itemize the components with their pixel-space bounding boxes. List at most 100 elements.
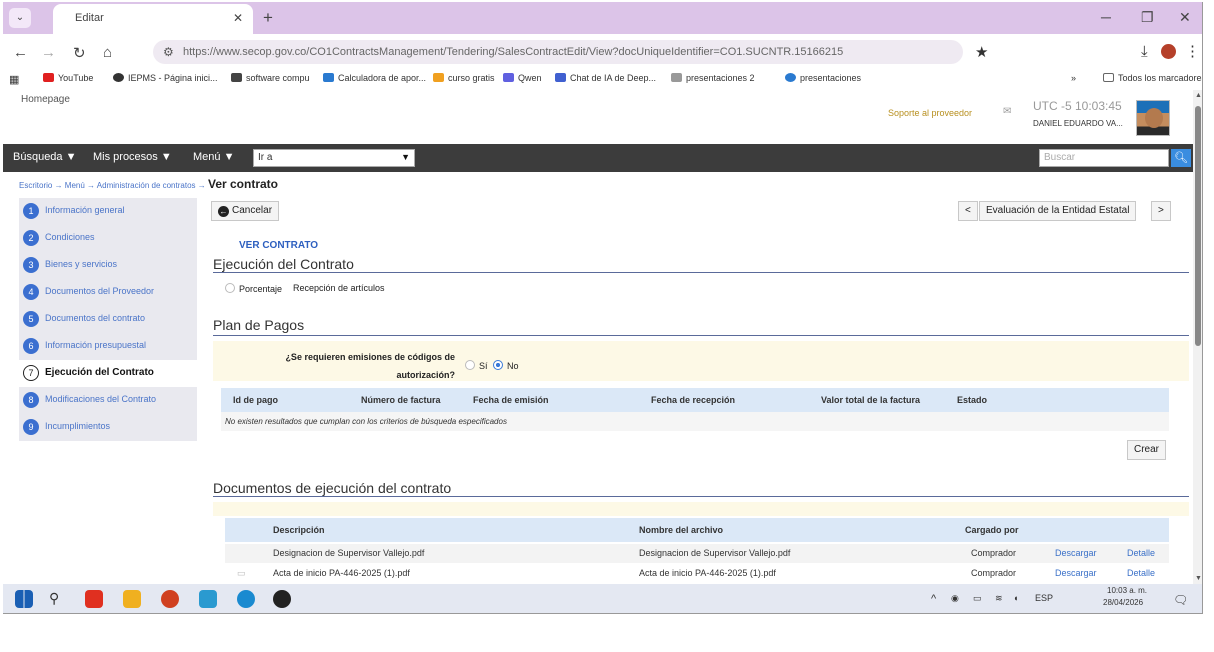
bookmark-star-icon[interactable]: ★	[975, 43, 988, 61]
wifi-icon[interactable]: ≋	[995, 593, 1003, 604]
scroll-up-icon[interactable]: ▲	[1195, 92, 1202, 99]
all-bookmarks[interactable]: Todos los marcadores	[1103, 73, 1202, 83]
row-checkbox[interactable]: ▭	[237, 568, 246, 579]
maximize-icon[interactable]: ❐	[1141, 9, 1154, 26]
language-indicator[interactable]: ESP	[1035, 593, 1053, 603]
cancel-button[interactable]: ← Cancelar	[211, 201, 280, 221]
taskbar-time[interactable]: 10:03 a. m.	[1107, 586, 1147, 595]
sidebar-item-supplier-docs[interactable]: 4 Documentos del Proveedor	[19, 279, 197, 306]
percentage-option[interactable]: Porcentaje	[225, 283, 282, 294]
avatar[interactable]	[1136, 100, 1170, 136]
sidebar-item-modifications[interactable]: 8 Modificaciones del Contrato	[19, 387, 197, 414]
edge-icon[interactable]	[237, 590, 255, 608]
evaluation-button[interactable]: Evaluación de la Entidad Estatal	[979, 201, 1137, 221]
close-window-icon[interactable]: ✕	[1179, 9, 1191, 26]
forward-icon[interactable]: →	[41, 44, 56, 61]
tab-title: Editar	[75, 12, 104, 24]
minimize-icon[interactable]: ─	[1101, 9, 1111, 25]
apps-grid-icon[interactable]: ▦	[9, 73, 19, 86]
column-header[interactable]: Estado	[957, 395, 987, 405]
avatar-face	[1145, 108, 1163, 128]
address-bar[interactable]: ⚙ https://www.secop.gov.co/CO1ContractsM…	[153, 40, 963, 64]
detail-link[interactable]: Detalle	[1127, 568, 1155, 578]
bookmark-curso[interactable]: curso gratis	[433, 73, 495, 83]
tab-search-button[interactable]: ⌄	[9, 8, 31, 28]
homepage-image-link[interactable]: Homepage	[21, 94, 70, 105]
search-icon[interactable]: 🔍︎	[1171, 149, 1191, 167]
sidebar-item-goods[interactable]: 3 Bienes y servicios	[19, 252, 197, 279]
doc-uploaded-by: Comprador	[971, 548, 1017, 558]
bookmark-label: curso gratis	[448, 73, 495, 83]
search-input[interactable]: Buscar	[1039, 149, 1169, 167]
column-header[interactable]: Descripción	[273, 525, 325, 535]
app-icon[interactable]	[199, 590, 217, 608]
file-explorer-icon[interactable]	[123, 590, 141, 608]
bookmark-presentaciones[interactable]: presentaciones	[785, 73, 861, 83]
bookmark-label: presentaciones	[800, 73, 862, 83]
reload-icon[interactable]: ↻	[73, 44, 86, 62]
breadcrumb-path[interactable]: Escritorio → Menú → Administración de co…	[19, 181, 206, 190]
detail-link[interactable]: Detalle	[1127, 548, 1155, 558]
support-link[interactable]: Soporte al proveedor	[888, 108, 972, 118]
bookmark-presentaciones-2[interactable]: presentaciones 2	[671, 73, 755, 83]
network-icon[interactable]: ◉	[951, 593, 959, 604]
nav-my-processes[interactable]: Mis procesos ▼	[93, 151, 172, 163]
nav-menu[interactable]: Menú ▼	[193, 151, 234, 163]
sidebar-item-contract-docs[interactable]: 5 Documentos del contrato	[19, 306, 197, 333]
sidebar-item-budget[interactable]: 6 Información presupuestal	[19, 333, 197, 360]
new-tab-icon[interactable]: +	[263, 8, 273, 28]
bookmark-youtube[interactable]: YouTube	[43, 73, 93, 83]
search-icon[interactable]: ⚲	[49, 590, 67, 608]
notifications-icon[interactable]: 🗨︎	[1173, 593, 1188, 607]
bookmark-qwen[interactable]: Qwen	[503, 73, 542, 83]
scrollbar-thumb[interactable]	[1195, 106, 1201, 346]
column-header[interactable]: Número de factura	[361, 395, 441, 405]
download-link[interactable]: Descargar	[1055, 568, 1097, 578]
column-header[interactable]: Cargado por	[965, 525, 1019, 535]
reception-option[interactable]: Recepción de artículos	[293, 283, 385, 293]
app-icon[interactable]	[273, 590, 291, 608]
download-link[interactable]: Descargar	[1055, 548, 1097, 558]
sidebar-item-general[interactable]: 1 Información general	[19, 198, 197, 225]
nav-search-menu[interactable]: Búsqueda ▼	[13, 151, 77, 163]
app-icon[interactable]	[85, 590, 103, 608]
column-header[interactable]: Fecha de recepción	[651, 395, 735, 405]
site-info-icon[interactable]: ⚙	[163, 45, 174, 59]
scroll-down-icon[interactable]: ▼	[1195, 575, 1202, 582]
next-button[interactable]: >	[1151, 201, 1171, 221]
volume-icon[interactable]: ◖	[1013, 593, 1018, 603]
windows-start-icon[interactable]	[15, 590, 33, 608]
close-tab-icon[interactable]: ✕	[233, 11, 243, 25]
option-no[interactable]: No	[493, 360, 519, 371]
back-icon[interactable]: ←	[13, 44, 28, 61]
download-icon[interactable]: ⤓	[1141, 43, 1148, 60]
column-header[interactable]: Nombre del archivo	[639, 525, 723, 535]
extension-icon[interactable]	[1161, 44, 1176, 59]
home-icon[interactable]: ⌂	[103, 44, 112, 61]
chrome-icon[interactable]	[161, 590, 179, 608]
bookmark-calculadora[interactable]: Calculadora de apor...	[323, 73, 426, 83]
sidebar-item-conditions[interactable]: 2 Condiciones	[19, 225, 197, 252]
tray-chevron-icon[interactable]: ^	[931, 593, 936, 605]
sidebar-item-breaches[interactable]: 9 Incumplimientos	[19, 414, 197, 441]
mail-icon[interactable]: ✉	[1003, 106, 1011, 117]
more-bookmarks-icon[interactable]: »	[1071, 73, 1076, 83]
bookmark-deepseek[interactable]: Chat de IA de Deep...	[555, 73, 656, 83]
browser-menu-icon[interactable]: ⋮	[1185, 42, 1200, 60]
column-header[interactable]: Fecha de emisión	[473, 395, 549, 405]
bookmark-iepms[interactable]: IEPMS - Página inici...	[113, 73, 218, 83]
create-button[interactable]: Crear	[1127, 440, 1167, 460]
column-header[interactable]: Valor total de la factura	[821, 395, 920, 405]
column-header[interactable]: Id de pago	[233, 395, 278, 405]
goto-value: Ir a	[258, 152, 273, 163]
bookmark-software[interactable]: software compu	[231, 73, 310, 83]
username[interactable]: DANIEL EDUARDO VA...	[1033, 119, 1123, 128]
battery-icon[interactable]: ▭	[973, 593, 982, 604]
prev-button[interactable]: <	[958, 201, 978, 221]
browser-tab[interactable]: Editar ✕	[53, 4, 253, 34]
goto-select[interactable]: Ir a ▼	[253, 149, 415, 167]
page-scrollbar[interactable]: ▲ ▼	[1193, 90, 1202, 584]
option-si[interactable]: Sí	[465, 360, 488, 371]
sidebar-item-execution[interactable]: 7 Ejecución del Contrato	[19, 360, 197, 387]
taskbar-date[interactable]: 28/04/2026	[1103, 598, 1143, 607]
